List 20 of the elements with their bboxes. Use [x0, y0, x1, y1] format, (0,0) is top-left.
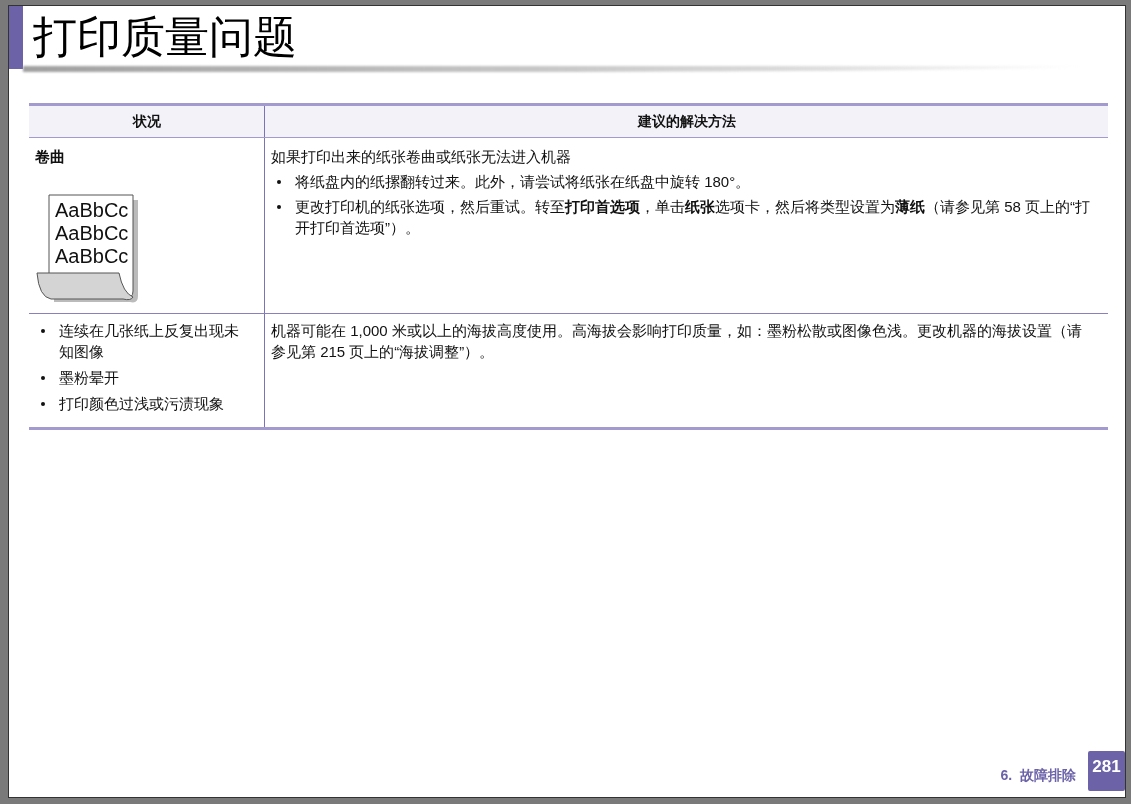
bullet-icon — [41, 329, 45, 333]
chapter-label: 6. 故障排除 — [1000, 767, 1076, 785]
page-title: 打印质量问题 — [33, 12, 297, 64]
solution-text: 如果打印出来的纸张卷曲或纸张无法进入机器 — [271, 147, 572, 167]
bullet-icon — [277, 205, 281, 209]
curled-paper-drawing: AaBbCc AaBbCc AaBbCc — [35, 193, 139, 305]
bullet-icon — [41, 402, 45, 406]
condition-title: 卷曲 — [35, 147, 66, 167]
page-number: 281 — [1088, 751, 1125, 791]
column-header: 建议的解决方法 — [264, 104, 1108, 138]
solution-text: 机器可能在 1,000 米或以上的海拔高度使用。高海拔会影响打印质量，如：墨粉松散或图像色浅。更改机器的海拔设置（请参见第 215 页上的“海拔调整”）。 — [271, 321, 1083, 362]
column-header: 状况 — [29, 104, 265, 138]
bullet-icon — [277, 180, 281, 184]
list-text: 墨粉晕开 — [59, 368, 119, 388]
accent-bar — [9, 6, 23, 69]
bullet-icon — [41, 376, 45, 380]
list-text: 将纸盘内的纸摞翻转过来。此外，请尝试将纸张在纸盘中旋转 180°。 — [295, 172, 751, 192]
list-text: 更改打印机的纸张选项，然后重试。转至打印首选项，单击纸张选项卡，然后将类型设置为薄纸（请参见第 58 页上的“打开打印首选项”）。 — [295, 197, 1091, 238]
list-text: 打印颜色过浅或污渍现象 — [59, 394, 224, 414]
list-text: 连续在几张纸上反复出现未知图像 — [59, 321, 240, 362]
